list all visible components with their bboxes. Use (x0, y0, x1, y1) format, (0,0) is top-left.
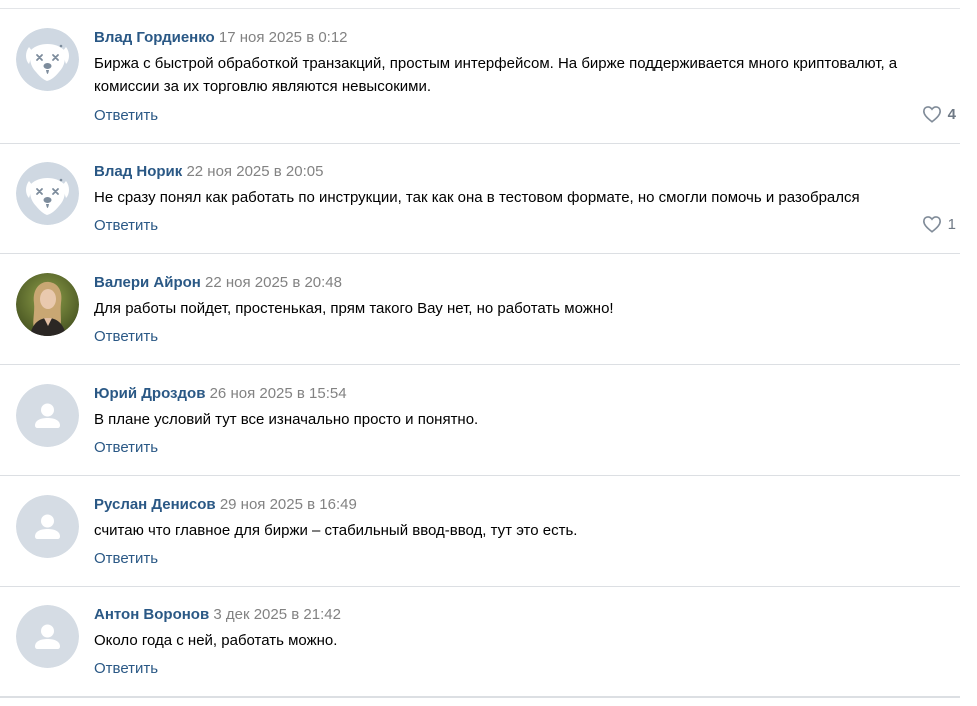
reply-button[interactable]: Ответить (94, 217, 158, 235)
comment-date[interactable]: 3 дек 2025 в 21:42 (213, 606, 341, 623)
reply-button[interactable]: Ответить (94, 439, 158, 457)
comment-date[interactable]: 29 ноя 2025 в 16:49 (220, 496, 357, 513)
comment-item: Юрий Дроздов 26 ноя 2025 в 15:54 В плане… (0, 365, 960, 476)
comment-item: Руслан Денисов 29 ноя 2025 в 16:49 счита… (0, 476, 960, 587)
author-name[interactable]: Антон Воронов (94, 606, 209, 623)
dog-avatar-icon[interactable] (16, 28, 79, 91)
comment-date[interactable]: 26 ноя 2025 в 15:54 (210, 385, 347, 402)
comment-text: Для работы пойдет, простенькая, прям так… (94, 300, 614, 317)
comment-text: Около года с ней, работать можно. (94, 632, 338, 649)
author-name[interactable]: Валери Айрон (94, 274, 201, 291)
comment-date[interactable]: 17 ноя 2025 в 0:12 (219, 29, 348, 46)
author-name[interactable]: Влад Гордиенко (94, 29, 215, 46)
author-name[interactable]: Юрий Дроздов (94, 385, 205, 402)
comment-text: Биржа с быстрой обработкой транзакций, п… (94, 55, 898, 95)
comment-header: Руслан Денисов 29 ноя 2025 в 16:49 (94, 496, 357, 514)
comment-item: Валери Айрон 22 ноя 2025 в 20:48 Для раб… (0, 254, 960, 365)
like-count: 4 (947, 105, 956, 123)
dog-avatar-icon[interactable] (16, 162, 79, 225)
comment-header: Антон Воронов 3 дек 2025 в 21:42 (94, 606, 341, 624)
reply-button[interactable]: Ответить (94, 550, 158, 568)
heart-icon (922, 216, 941, 233)
like-button[interactable]: 4 (922, 105, 956, 123)
comment-item: Влад Гордиенко 17 ноя 2025 в 0:12 Биржа … (0, 9, 960, 144)
comment-date[interactable]: 22 ноя 2025 в 20:05 (186, 163, 323, 180)
default-user-icon[interactable] (16, 384, 79, 447)
comment-header: Валери Айрон 22 ноя 2025 в 20:48 (94, 274, 342, 292)
like-count: 1 (947, 215, 956, 233)
author-name[interactable]: Руслан Денисов (94, 496, 216, 513)
reply-button[interactable]: Ответить (94, 107, 158, 125)
comment-text: Не сразу понял как работать по инструкци… (94, 189, 860, 206)
author-name[interactable]: Влад Норик (94, 163, 182, 180)
comment-item: Антон Воронов 3 дек 2025 в 21:42 Около г… (0, 586, 960, 698)
default-user-icon[interactable] (16, 605, 79, 668)
like-button[interactable]: 1 (922, 215, 956, 233)
photo-avatar[interactable] (16, 273, 79, 336)
comment-text: считаю что главное для биржи – стабильны… (94, 522, 578, 539)
comment-date[interactable]: 22 ноя 2025 в 20:48 (205, 274, 342, 291)
default-user-icon[interactable] (16, 495, 79, 558)
comment-header: Юрий Дроздов 26 ноя 2025 в 15:54 (94, 385, 347, 403)
comment-item: Влад Норик 22 ноя 2025 в 20:05 Не сразу … (0, 143, 960, 254)
comment-header: Влад Гордиенко 17 ноя 2025 в 0:12 (94, 29, 348, 47)
reply-button[interactable]: Ответить (94, 660, 158, 678)
comment-header: Влад Норик 22 ноя 2025 в 20:05 (94, 163, 323, 181)
comment-text: В плане условий тут все изначально прост… (94, 411, 479, 428)
heart-icon (922, 106, 941, 123)
reply-button[interactable]: Ответить (94, 328, 158, 346)
